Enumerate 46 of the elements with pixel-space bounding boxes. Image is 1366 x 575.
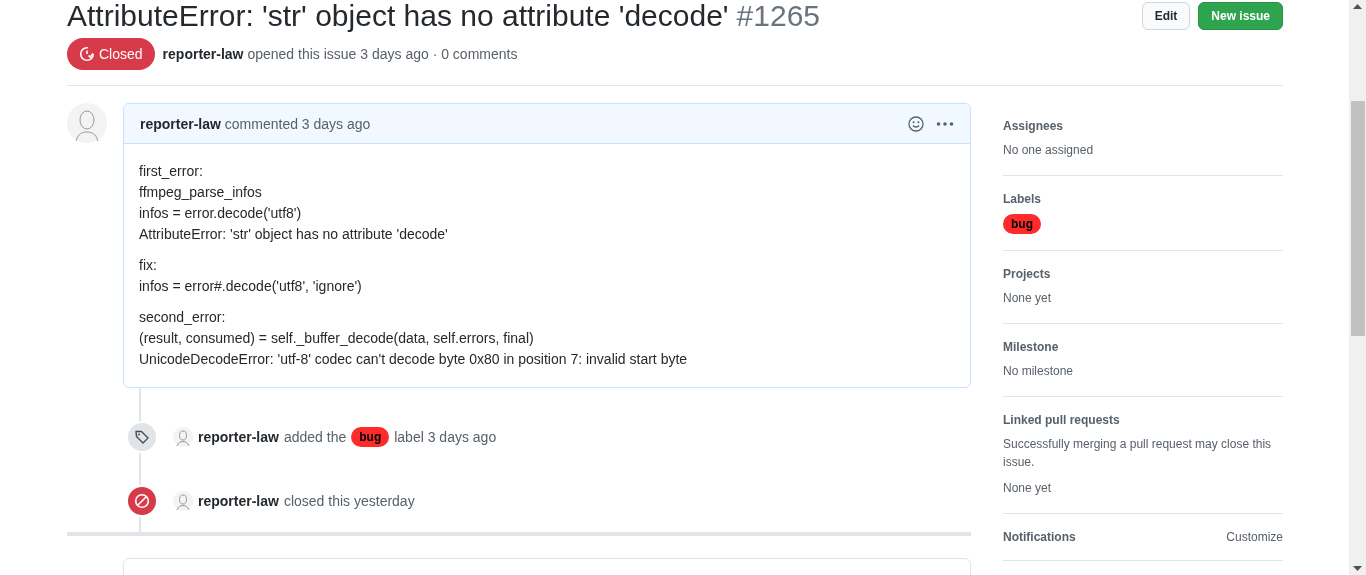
scroll-down-icon[interactable]: [1353, 566, 1362, 571]
comment-line: ffmpeg_parse_infos: [139, 183, 263, 202]
comment-line: second_error:: [139, 308, 227, 327]
event-text: added the: [283, 429, 347, 445]
comment-line: first_error:: [139, 162, 204, 181]
sidebar-text: None yet: [1003, 290, 1053, 307]
sidebar-heading: Linked pull requests: [1003, 413, 1120, 427]
comment-meta: commented 3 days ago: [224, 115, 371, 132]
scroll-up-icon[interactable]: [1353, 4, 1362, 9]
author-link[interactable]: reporter-law: [198, 429, 279, 445]
comment-line: AttributeError: 'str' object has no attribute 'decode': [139, 225, 449, 244]
smiley-icon[interactable]: [908, 115, 924, 132]
sidebar-text: Successfully merging a pull request may close this issue.: [1003, 436, 1273, 471]
issue-title: AttributeError: 'str' object has no attribute 'decode': [67, 0, 729, 32]
author-link[interactable]: reporter-law: [198, 493, 279, 509]
sidebar-text: None yet: [1003, 480, 1053, 497]
comment-line: fix:: [139, 256, 158, 275]
avatar: [173, 427, 193, 447]
sidebar-heading: Assignees: [1003, 119, 1064, 133]
sidebar-heading: Projects: [1003, 267, 1051, 281]
issue-meta: opened this issue 3 days ago · 0 comments: [247, 46, 518, 62]
event-text: closed this yesterday: [283, 493, 415, 509]
scroll-thumb[interactable]: [1350, 101, 1365, 336]
comment-line: (result, consumed) = self._buffer_decode(data, self.errors, final): [139, 329, 535, 348]
avatar: [67, 103, 107, 143]
sidebar-heading: Labels: [1003, 192, 1041, 206]
avatar: [173, 491, 193, 511]
edit-button[interactable]: Edit: [1141, 2, 1191, 30]
closed-issue-icon: [79, 46, 95, 62]
label-tag[interactable]: bug: [1003, 214, 1041, 234]
event-text: label 3 days ago: [394, 429, 497, 445]
issue-number: #1265: [736, 0, 821, 32]
customize-link[interactable]: Customize: [1226, 530, 1283, 544]
author-link[interactable]: reporter-law: [162, 46, 244, 62]
scrollbar[interactable]: [1349, 0, 1366, 575]
state-badge: Closed: [67, 38, 155, 70]
comment-line: UnicodeDecodeError: 'utf-8' codec can't decode byte 0x80 in position 7: invalid start byte: [139, 350, 689, 369]
more-icon[interactable]: [936, 120, 954, 127]
author-link[interactable]: reporter-law: [140, 115, 221, 132]
comment-line: infos = error#.decode('utf8', 'ignore'): [139, 277, 363, 296]
sidebar-heading: Milestone: [1003, 340, 1059, 354]
sidebar-heading: Notifications: [1003, 530, 1076, 544]
sidebar-text: No one assigned: [1003, 142, 1095, 159]
comment-line: infos = error.decode('utf8'): [139, 204, 303, 223]
label-tag[interactable]: bug: [351, 427, 390, 447]
sidebar-text: No milestone: [1003, 363, 1075, 380]
